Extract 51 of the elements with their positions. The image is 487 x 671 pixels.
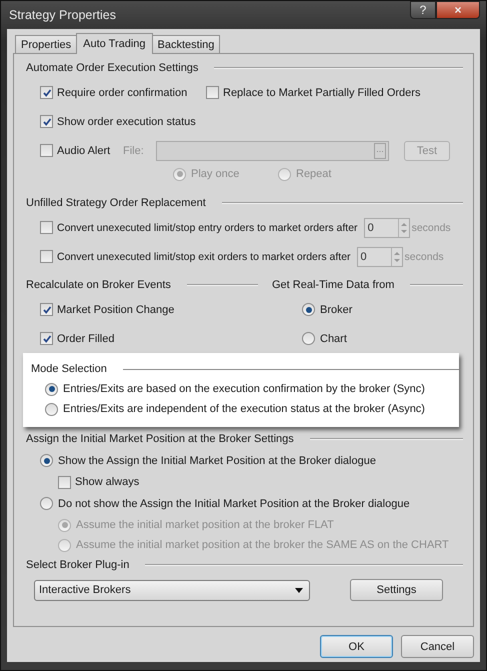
checkbox[interactable] (40, 332, 53, 345)
checkbox[interactable] (40, 144, 53, 157)
group-title: Recalculate on Broker Events (26, 279, 172, 291)
checkbox[interactable] (40, 115, 53, 128)
radio-label: Entries/Exits are based on the execution confirmation by the broker (Sync) (63, 383, 425, 395)
window-title: Strategy Properties (8, 8, 116, 22)
checkbox[interactable] (58, 476, 71, 488)
radio-label: Do not show the Assign the Initial Market Position at the Broker dialogue (58, 498, 410, 510)
radio-button[interactable] (40, 454, 53, 467)
checkbox-label: Replace to Market Partially Filled Orders (223, 86, 420, 98)
settings-button[interactable]: Settings (350, 579, 443, 601)
ok-button[interactable]: OK (320, 635, 393, 658)
help-button[interactable]: ? (410, 1, 436, 19)
checkbox[interactable] (40, 86, 53, 99)
checkbox-label: Show order execution status (57, 116, 196, 128)
checkbox-label: Show always (75, 476, 140, 488)
radio-button[interactable] (302, 303, 315, 316)
radio-button[interactable] (302, 332, 315, 345)
checkbox-label: Convert unexecuted limit/stop exit orders to market orders after (57, 250, 351, 262)
group-title: Unfilled Strategy Order Replacement (26, 197, 207, 209)
checkbox-label: Convert unexecuted limit/stop entry orders to market orders after (57, 222, 358, 234)
tab[interactable]: Backtesting (152, 35, 220, 53)
group-title: Assign the Initial Market Position at the Broker Settings (26, 433, 295, 445)
checkbox-label: Audio Alert (57, 144, 110, 156)
radio-label: Repeat (296, 168, 332, 180)
radio-label: Show the Assign the Initial Market Position at the Broker dialogue (58, 454, 376, 466)
group-title: Select Broker Plug-in (26, 559, 130, 571)
group-title: Get Real-Time Data from (272, 279, 396, 291)
radio-label: Assume the initial market position at the broker the SAME AS on the CHART (76, 539, 449, 551)
radio-label: Assume the initial market position at the broker FLAT (76, 519, 334, 531)
checkbox[interactable] (40, 303, 53, 316)
checkbox-label: Order Filled (57, 332, 114, 344)
checkbox-label: Market Position Change (57, 304, 174, 316)
group-title: Automate Order Execution Settings (26, 62, 200, 74)
broker-dropdown[interactable]: Interactive Brokers (34, 580, 310, 600)
radio-label: Entries/Exits are independent of the execution status at the broker (Async) (63, 403, 425, 415)
unit-label: seconds (404, 250, 444, 262)
radio-button[interactable] (40, 497, 53, 510)
tab[interactable]: Properties (15, 35, 78, 53)
unit-label: seconds (412, 222, 451, 234)
tab[interactable]: Auto Trading (76, 33, 153, 54)
radio-label: Chart (320, 332, 347, 344)
radio-button[interactable] (45, 402, 58, 416)
radio-label: Play once (191, 168, 240, 180)
radio-button[interactable] (45, 382, 58, 396)
radio-label: Broker (320, 304, 352, 316)
cancel-button[interactable]: Cancel (401, 635, 474, 658)
checkbox[interactable] (206, 86, 219, 99)
checkbox-label: Require order confirmation (57, 86, 188, 98)
group-title: Mode Selection (31, 363, 108, 375)
field-label: File: (123, 144, 145, 156)
